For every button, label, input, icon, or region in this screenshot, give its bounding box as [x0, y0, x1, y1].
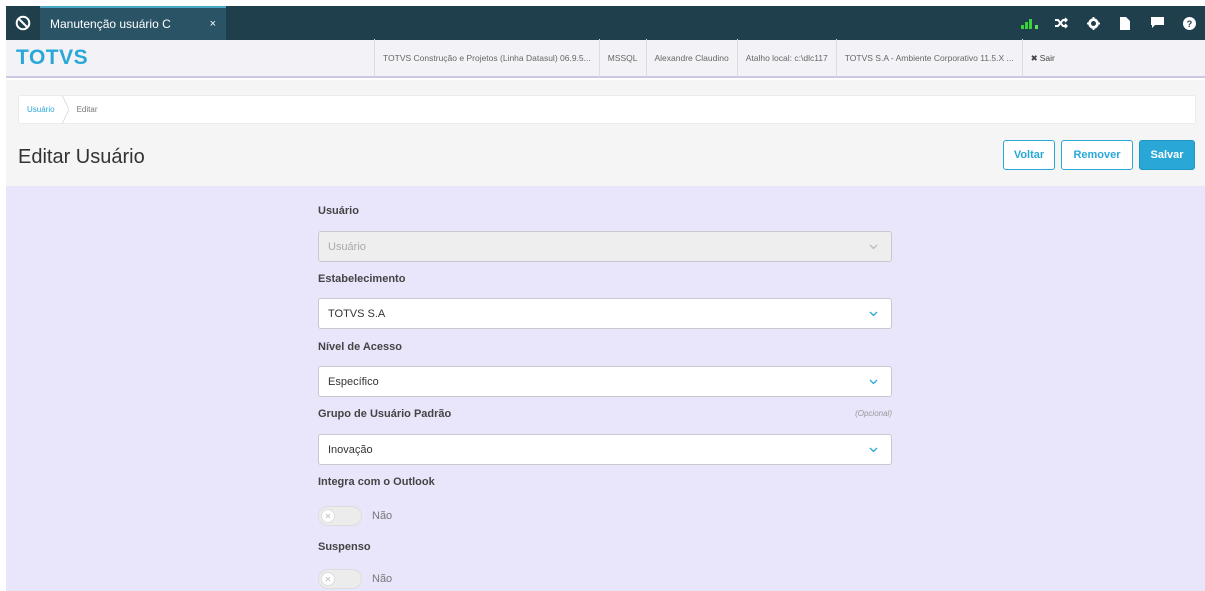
- close-tab-button[interactable]: ×: [210, 18, 216, 30]
- chevron-down-icon: [867, 308, 879, 320]
- toggle-off-icon: ✕: [321, 509, 335, 523]
- page-header: Usuário Editar Editar Usuário Voltar Rem…: [6, 80, 1205, 186]
- nivel-acesso-label: Nível de Acesso: [318, 341, 402, 353]
- page-actions: Voltar Remover Salvar: [1003, 140, 1195, 170]
- nivel-acesso-select[interactable]: Específico: [318, 366, 892, 397]
- signal-icon[interactable]: [1013, 6, 1045, 40]
- app-menu-button[interactable]: [6, 6, 40, 40]
- user-info[interactable]: Alexandre Claudino: [645, 39, 737, 77]
- remove-button[interactable]: Remover: [1061, 140, 1133, 170]
- suspenso-label: Suspenso: [318, 541, 371, 553]
- grupo-padrao-select[interactable]: Inovação: [318, 434, 892, 465]
- toggle-off-icon: ✕: [321, 572, 335, 586]
- chat-icon[interactable]: [1141, 6, 1173, 40]
- grupo-padrao-label: Grupo de Usuário Padrão: [318, 408, 452, 420]
- optional-hint: (Opcional): [855, 409, 892, 418]
- suspenso-state: Não: [372, 573, 393, 585]
- exit-label: Sair: [1039, 53, 1055, 63]
- environment-info[interactable]: TOTVS S.A - Ambiente Corporativo 11.5.X …: [835, 39, 1022, 77]
- outlook-toggle[interactable]: ✕: [318, 506, 362, 526]
- menu-icon: [15, 15, 31, 31]
- estabelecimento-select[interactable]: TOTVS S.A: [318, 298, 892, 329]
- help-icon[interactable]: ?: [1173, 6, 1205, 40]
- grupo-padrao-value: Inovação: [328, 443, 373, 456]
- page-title: Editar Usuário: [18, 146, 145, 168]
- usuario-label: Usuário: [318, 205, 359, 217]
- usuario-placeholder: Usuário: [328, 240, 366, 253]
- breadcrumb-link-usuario[interactable]: Usuário: [27, 105, 55, 114]
- top-bar: Manutenção usuário C × ?: [6, 6, 1205, 40]
- svg-text:?: ?: [1186, 19, 1192, 29]
- breadcrumb-current: Editar: [76, 105, 98, 114]
- tab-label: Manutenção usuário C: [50, 17, 171, 31]
- shuffle-icon[interactable]: [1045, 6, 1077, 40]
- outlook-state: Não: [372, 510, 393, 522]
- header-bar: TOTVS TOTVS Construção e Projetos (Linha…: [6, 39, 1205, 78]
- database-info[interactable]: MSSQL: [598, 39, 646, 77]
- suspenso-toggle[interactable]: ✕: [318, 569, 362, 589]
- tab-manutencao-usuario[interactable]: Manutenção usuário C ×: [40, 6, 226, 40]
- brand-logo: TOTVS: [16, 46, 89, 69]
- document-icon[interactable]: [1109, 6, 1141, 40]
- save-button[interactable]: Salvar: [1139, 140, 1195, 170]
- nivel-acesso-value: Específico: [328, 375, 379, 388]
- estabelecimento-label: Estabelecimento: [318, 273, 406, 285]
- breadcrumb-separator-icon: [61, 95, 71, 124]
- exit-button[interactable]: ✖ Sair: [1021, 39, 1063, 77]
- estabelecimento-value: TOTVS S.A: [328, 307, 386, 320]
- local-shortcut-info[interactable]: Atalho local: c:\dlc117: [736, 39, 836, 77]
- outlook-toggle-row: ✕ Não: [318, 506, 392, 526]
- outlook-label: Integra com o Outlook: [318, 476, 435, 488]
- breadcrumb: Usuário Editar: [18, 95, 1196, 124]
- gear-icon[interactable]: [1077, 6, 1109, 40]
- chevron-down-icon: [867, 444, 879, 456]
- usuario-select: Usuário: [318, 231, 892, 262]
- chevron-down-icon: [867, 376, 879, 388]
- form-area: Usuário Usuário Estabelecimento TOTVS S.…: [6, 186, 1205, 591]
- back-button[interactable]: Voltar: [1003, 140, 1055, 170]
- suspenso-toggle-row: ✕ Não: [318, 569, 392, 589]
- close-icon: ✖: [1030, 52, 1038, 63]
- product-info[interactable]: TOTVS Construção e Projetos (Linha Datas…: [374, 39, 599, 77]
- chevron-down-icon: [867, 241, 879, 253]
